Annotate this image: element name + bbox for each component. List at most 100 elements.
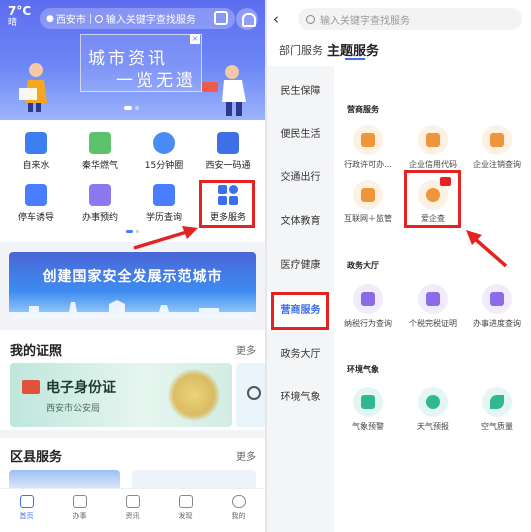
service-icon-supervision[interactable] <box>353 180 383 210</box>
tab-department-services[interactable]: 部门服务 <box>279 42 323 58</box>
district-tile[interactable] <box>9 470 120 490</box>
service-label[interactable]: 纳税行为查询 <box>336 318 400 329</box>
service-label[interactable]: 气象预警 <box>336 421 400 432</box>
search-placeholder: 输入关键字查找服务 <box>320 15 410 27</box>
grid-label: 自来水 <box>22 161 50 171</box>
city-selector[interactable]: 西安市 <box>56 11 86 26</box>
grid-label: 15分钟圈 <box>144 161 184 171</box>
tab-theme-services[interactable]: 主题服务 <box>327 40 379 59</box>
reader-illustration <box>19 63 47 112</box>
service-icon-license[interactable] <box>353 125 383 155</box>
close-icon[interactable]: × <box>190 34 200 44</box>
service-label[interactable]: 互联网＋监管 <box>336 213 400 224</box>
id-card-issuer: 西安市公安局 <box>46 404 101 414</box>
grid-item-water[interactable]: 自来水 <box>6 132 66 171</box>
service-icon-tax-certificate[interactable] <box>418 284 448 314</box>
calendar-icon <box>89 184 111 206</box>
qr-code-icon <box>217 132 239 154</box>
bell-icon[interactable] <box>236 8 258 30</box>
weather-condition: 晴 <box>8 18 18 28</box>
scan-icon[interactable] <box>214 11 228 25</box>
city-banner[interactable]: 创建国家安全发展示范城市 <box>9 252 256 318</box>
more-link[interactable]: 更多 <box>236 342 256 357</box>
grid-item-15min[interactable]: 15分钟圈 <box>134 132 194 171</box>
banner-pager <box>124 106 139 110</box>
tab-discover[interactable]: 发现 <box>159 489 212 532</box>
highlight-box-more-services <box>199 180 255 228</box>
search-icon <box>306 14 315 24</box>
steering-wheel-icon <box>247 386 261 400</box>
city-banner-text: 创建国家安全发展示范城市 <box>42 269 223 285</box>
sidebar-item-livelihood[interactable]: 民生保障 <box>267 82 334 102</box>
sidebar-item-gov-hall[interactable]: 政务大厅 <box>267 345 334 365</box>
sidebar-item-culture[interactable]: 文体教育 <box>267 212 334 232</box>
tab-profile[interactable]: 我的 <box>212 489 265 532</box>
grid-item-appointment[interactable]: 办事预约 <box>70 184 130 223</box>
weather-temp: 7°C <box>8 4 32 18</box>
section-title: 环境气象 <box>347 365 379 374</box>
skyline-illustration <box>9 300 256 318</box>
sidebar-item-medical[interactable]: 医疗健康 <box>267 256 334 276</box>
service-label[interactable]: 空气质量 <box>465 421 529 432</box>
tab-label: 资讯 <box>125 512 140 520</box>
id-card[interactable]: 电子身份证 西安市公安局 <box>10 363 232 427</box>
services-search-bar[interactable]: 输入关键字查找服务 <box>298 8 522 30</box>
user-icon <box>231 495 246 508</box>
sidebar-item-environment[interactable]: 环境气象 <box>267 388 334 408</box>
section-title: 我的证照 <box>10 344 63 359</box>
district-tile[interactable] <box>132 470 256 490</box>
arrow-icon <box>466 230 508 268</box>
service-icon-forecast[interactable] <box>418 387 448 417</box>
chat-icon <box>178 495 193 508</box>
sidebar-item-convenience[interactable]: 便民生活 <box>267 125 334 145</box>
highlight-box-business <box>271 292 329 330</box>
back-icon[interactable]: ‹ <box>273 10 279 28</box>
service-icon-air-quality[interactable] <box>482 387 512 417</box>
service-label[interactable]: 个税完税证明 <box>401 318 465 329</box>
sidebar-item-transport[interactable]: 交通出行 <box>267 168 334 188</box>
arrow-icon <box>133 226 198 250</box>
id-card-name: 电子身份证 <box>46 380 116 396</box>
tab-home[interactable]: 首页 <box>0 489 53 532</box>
service-icon-tax-query[interactable] <box>353 284 383 314</box>
service-icon-credit-code[interactable] <box>418 125 448 155</box>
search-placeholder: 输入关键字查找服务 <box>105 15 196 26</box>
service-icon-progress[interactable] <box>482 284 512 314</box>
active-tab-indicator <box>345 58 365 60</box>
tab-news[interactable]: 资讯 <box>106 489 159 532</box>
service-icon-weather-warning[interactable] <box>353 387 383 417</box>
grid-label: 停车诱导 <box>17 213 54 223</box>
service-label[interactable]: 天气预报 <box>401 421 465 432</box>
home-header: 7°C 晴 ● 西安市 输入关键字查找服务 × 城市资讯 一览无遗 <box>0 0 265 120</box>
search-divider <box>89 13 91 24</box>
national-emblem-icon <box>168 369 220 421</box>
building-icon <box>72 495 87 508</box>
more-link[interactable]: 更多 <box>236 448 256 463</box>
grid-item-gas[interactable]: 秦华燃气 <box>70 132 130 171</box>
tab-label: 我的 <box>231 512 246 520</box>
grid-label: 办事预约 <box>81 213 118 223</box>
tab-services[interactable]: 办事 <box>53 489 106 532</box>
service-icon-deregistration[interactable] <box>482 125 512 155</box>
grid-item-onecode[interactable]: 西安一码通 <box>198 132 258 171</box>
service-label[interactable]: 行政许可办... <box>336 159 400 170</box>
grid-item-education[interactable]: 学历查询 <box>134 184 194 223</box>
grid-label: 学历查询 <box>145 213 182 223</box>
grid-item-parking[interactable]: 停车诱导 <box>6 184 66 223</box>
speaker-illustration <box>202 65 246 116</box>
location-pin-icon: ● <box>46 13 54 24</box>
home-search-bar[interactable]: ● 西安市 输入关键字查找服务 <box>40 8 235 29</box>
service-label[interactable]: 企业注销查询 <box>465 159 529 170</box>
grid-label: 秦华燃气 <box>81 161 118 171</box>
graduation-cap-icon <box>153 184 175 206</box>
weather-widget[interactable]: 7°C 晴 <box>8 5 31 29</box>
news-icon <box>125 495 140 508</box>
tab-label: 首页 <box>19 512 34 520</box>
section-title: 区县服务 <box>10 450 63 465</box>
tab-label: 办事 <box>72 512 87 520</box>
service-label[interactable]: 办事进度查询 <box>465 318 529 329</box>
service-label[interactable]: 企业信用代码 <box>401 159 465 170</box>
circle-map-icon <box>153 132 175 154</box>
search-icon <box>94 14 103 23</box>
home-screen: 7°C 晴 ● 西安市 输入关键字查找服务 × 城市资讯 一览无遗 自来水 秦华… <box>0 0 265 532</box>
